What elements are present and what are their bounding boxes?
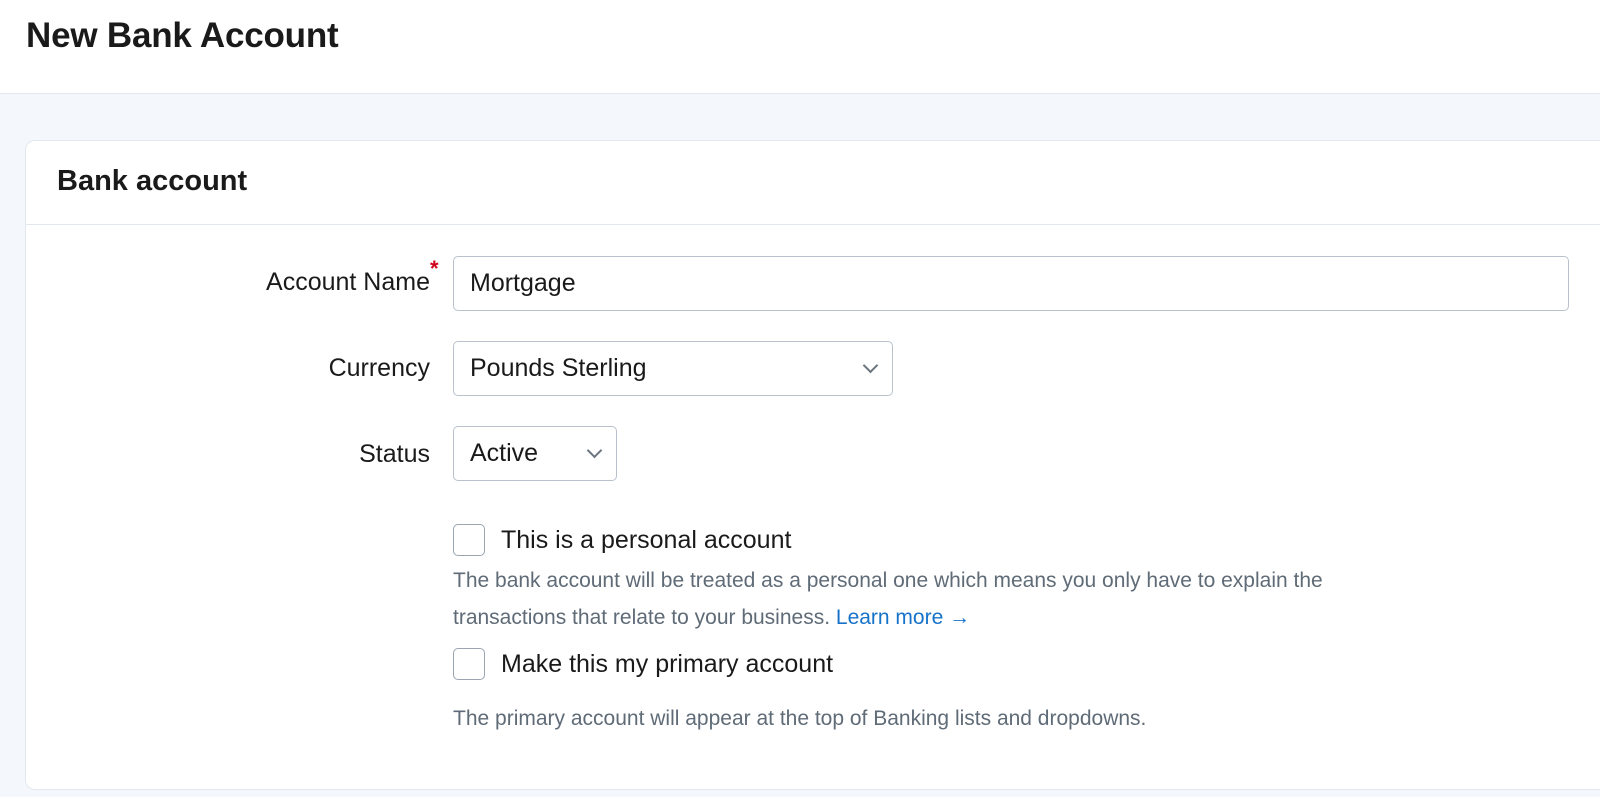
personal-account-label[interactable]: This is a personal account	[501, 526, 791, 555]
primary-account-checkbox[interactable]	[453, 648, 485, 680]
status-select-value: Active	[470, 439, 539, 467]
personal-help-line-1: The bank account will be treated as a pe…	[453, 569, 1323, 592]
required-marker: *	[430, 256, 439, 281]
personal-account-help: The bank account will be treated as a pe…	[453, 562, 1323, 636]
primary-account-label[interactable]: Make this my primary account	[501, 650, 833, 679]
status-label: Status	[359, 440, 430, 468]
page-header: New Bank Account	[0, 0, 1600, 94]
learn-more-link[interactable]: Learn more →	[836, 606, 970, 629]
currency-select[interactable]: Pounds Sterling	[453, 341, 893, 396]
personal-help-text: transactions that relate to your busines…	[453, 606, 831, 629]
bank-account-card: Bank account	[25, 140, 1600, 790]
currency-select-value: Pounds Sterling	[470, 354, 647, 382]
account-name-label: Account Name	[266, 268, 430, 296]
status-select[interactable]: Active	[453, 426, 617, 481]
currency-label: Currency	[328, 354, 430, 382]
personal-account-checkbox[interactable]	[453, 524, 485, 556]
personal-help-line-2: transactions that relate to your busines…	[453, 599, 1323, 636]
chevron-down-icon	[862, 357, 879, 374]
primary-account-help: The primary account will appear at the t…	[453, 707, 1147, 730]
card-title: Bank account	[57, 165, 248, 197]
page-title: New Bank Account	[26, 16, 339, 55]
account-name-input[interactable]	[453, 256, 1569, 311]
card-header: Bank account	[26, 141, 1600, 225]
chevron-down-icon	[586, 442, 603, 459]
